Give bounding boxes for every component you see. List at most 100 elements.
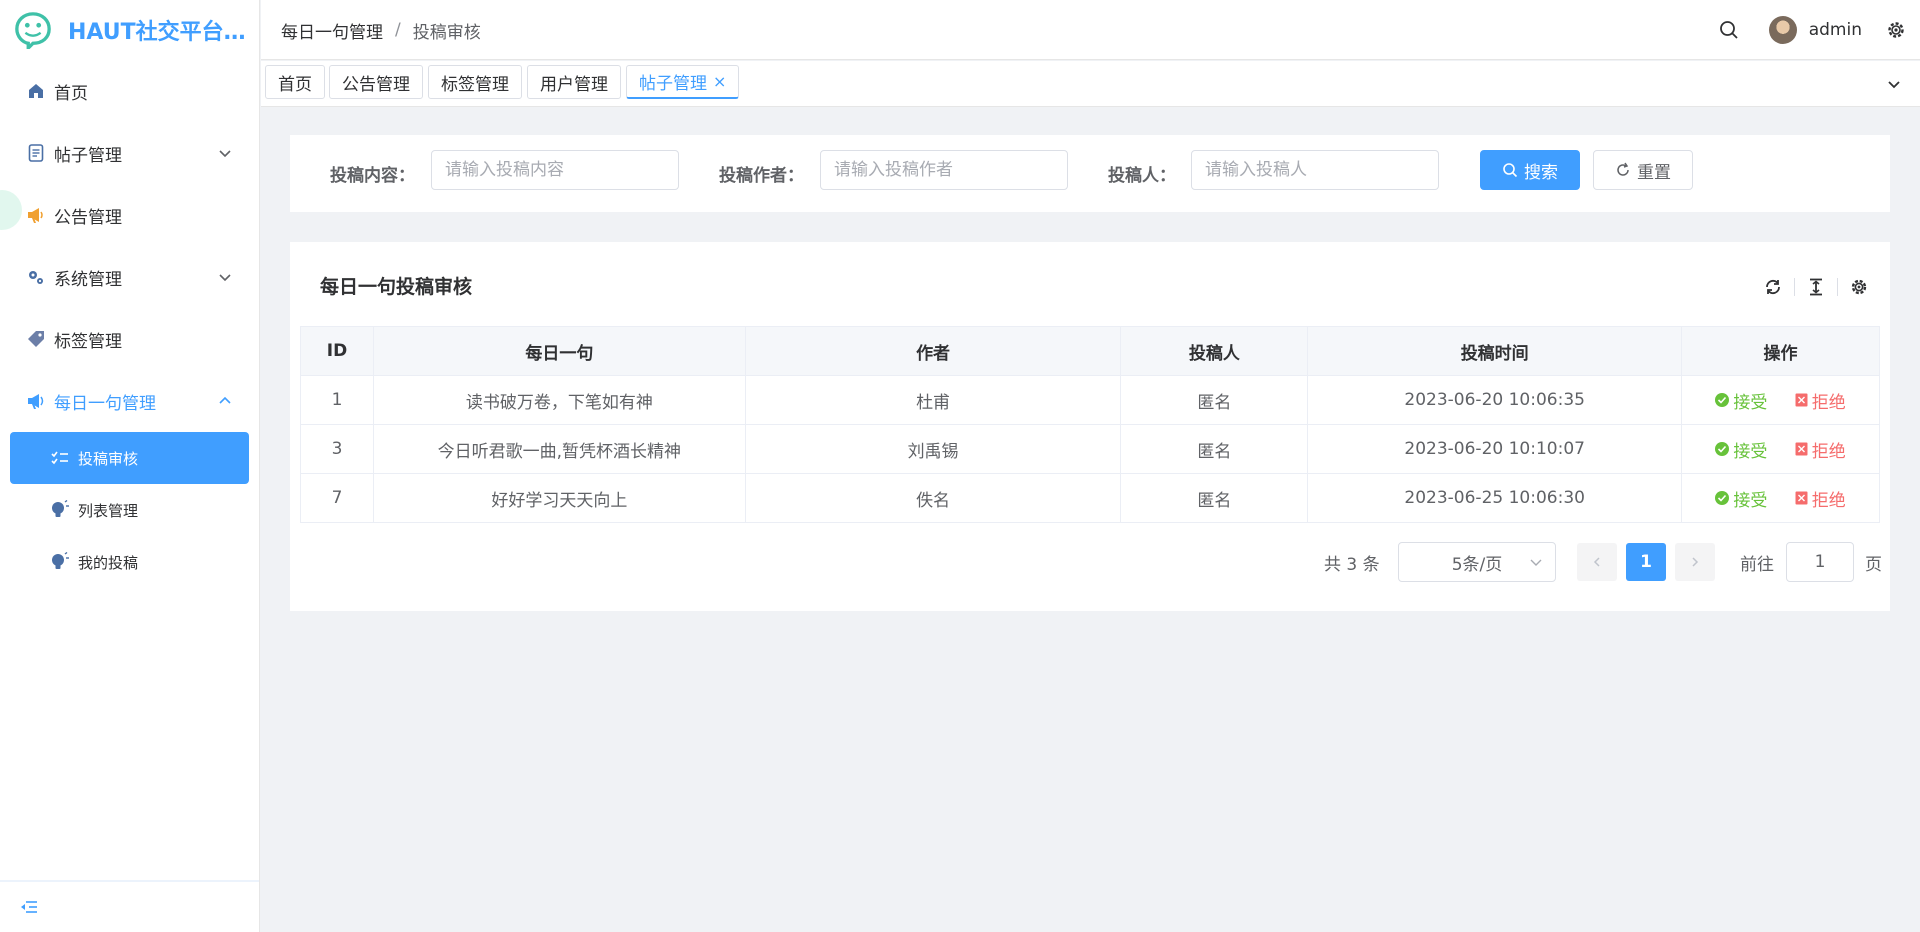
sidebar-item-label: 列表管理: [78, 501, 139, 520]
breadcrumb-item[interactable]: 每日一句管理: [281, 18, 383, 43]
cell-submitter: 匿名: [1120, 375, 1309, 425]
reject-button[interactable]: 拒绝: [1795, 486, 1846, 511]
column-header: 操作: [1681, 326, 1880, 376]
cell-time: 2023-06-25 10:06:30: [1307, 473, 1683, 523]
submitter-input[interactable]: [1191, 150, 1439, 190]
author-input[interactable]: [820, 150, 1068, 190]
content-input[interactable]: [431, 150, 679, 190]
check-circle-icon: [1715, 491, 1730, 505]
reject-button[interactable]: 拒绝: [1795, 437, 1846, 462]
page-number-button[interactable]: 1: [1626, 543, 1666, 581]
accept-button[interactable]: 接受: [1715, 388, 1767, 413]
goto-page-input[interactable]: [1786, 542, 1854, 582]
toolbar-divider: [1794, 278, 1795, 296]
sidebar-item-label: 系统管理: [54, 269, 122, 290]
tag-label: 帖子管理: [639, 74, 707, 94]
tag-users[interactable]: 用户管理: [527, 65, 621, 99]
column-header: 每日一句: [372, 326, 746, 376]
tag-tags[interactable]: 标签管理: [428, 65, 522, 99]
table-title: 每日一句投稿审核: [320, 276, 473, 298]
breadcrumb: 每日一句管理 / 投稿审核: [281, 0, 481, 60]
sidebar-item-announcements[interactable]: 公告管理: [0, 184, 259, 246]
chevron-down-icon: [1530, 559, 1542, 566]
sidebar-item-tags[interactable]: 标签管理: [0, 308, 259, 370]
reject-button[interactable]: 拒绝: [1795, 388, 1846, 413]
tag-label: 首页: [278, 74, 312, 95]
tag-icon: [26, 329, 46, 349]
next-page-button[interactable]: [1675, 543, 1715, 581]
delete-icon: [1795, 491, 1808, 505]
chevron-down-icon[interactable]: [1886, 76, 1902, 92]
username[interactable]: admin: [1809, 20, 1862, 40]
avatar[interactable]: [1768, 16, 1797, 44]
sidebar-subitem-my-submissions[interactable]: 我的投稿: [10, 536, 249, 588]
tag-home[interactable]: 首页: [265, 65, 325, 99]
search-icon: [1503, 163, 1518, 178]
sidebar-item-home[interactable]: 首页: [0, 60, 259, 122]
search-icon[interactable]: [1719, 20, 1739, 40]
sidebar-item-label: 每日一句管理: [54, 393, 156, 414]
page-size-select[interactable]: 5条/页: [1398, 542, 1556, 582]
close-icon[interactable]: ×: [713, 72, 726, 91]
accept-label: 接受: [1733, 441, 1768, 462]
column-height-icon[interactable]: [1805, 276, 1827, 298]
delete-icon: [1795, 442, 1808, 456]
home-icon: [26, 81, 46, 101]
refresh-icon[interactable]: [1762, 276, 1784, 298]
cell-author: 佚名: [744, 473, 1122, 523]
cell-submitter: 匿名: [1120, 424, 1309, 474]
accept-button[interactable]: 接受: [1715, 437, 1767, 462]
search-form: 投稿内容： 投稿作者： 投稿人： 搜索 重置: [290, 135, 1890, 212]
sidebar-item-label: 帖子管理: [54, 145, 122, 166]
table-header-row: ID 每日一句 作者 投稿人 投稿时间 操作: [300, 326, 1880, 376]
accept-label: 接受: [1733, 490, 1768, 511]
chevron-right-icon: [1692, 557, 1699, 567]
sidebar-subitem-list[interactable]: 列表管理: [10, 484, 249, 536]
cell-sentence: 今日听君歌一曲,暂凭杯酒长精神: [372, 424, 746, 474]
tag-announcements[interactable]: 公告管理: [329, 65, 423, 99]
chevron-down-icon: [219, 274, 231, 282]
settings-icon[interactable]: [1848, 276, 1870, 298]
search-button[interactable]: 搜索: [1480, 150, 1580, 190]
chevron-left-icon: [1593, 557, 1600, 567]
prev-page-button[interactable]: [1577, 543, 1617, 581]
tag-posts[interactable]: 帖子管理 ×: [626, 65, 740, 99]
accept-label: 接受: [1733, 392, 1768, 413]
tag-label: 用户管理: [540, 74, 608, 95]
sidebar-item-posts[interactable]: 帖子管理: [0, 122, 259, 184]
reset-button[interactable]: 重置: [1593, 150, 1693, 190]
gear-icon[interactable]: [1886, 20, 1906, 40]
logo-icon: [15, 12, 51, 49]
sidebar-collapse-button[interactable]: [0, 880, 259, 932]
breadcrumb-current: 投稿审核: [412, 22, 481, 43]
logo[interactable]: HAUT社交平台管理系统: [0, 0, 259, 60]
table-toolbar: [1742, 276, 1870, 298]
check-circle-icon: [1715, 393, 1730, 407]
bulb-icon: [50, 552, 70, 572]
cell-sentence: 读书破万卷，下笔如有神: [372, 375, 746, 425]
toolbar-divider: [1837, 278, 1838, 296]
pagination-total: 共 3 条: [1324, 554, 1380, 575]
megaphone-icon: [26, 391, 46, 411]
sidebar-subitem-review[interactable]: 投稿审核: [10, 432, 249, 484]
megaphone-icon: [26, 205, 46, 225]
gears-icon: [26, 267, 46, 287]
app-title: HAUT社交平台管理系统: [68, 20, 248, 45]
cell-author: 刘禹锡: [744, 424, 1122, 474]
sidebar-item-daily-quote[interactable]: 每日一句管理: [0, 370, 259, 432]
sidebar-item-system[interactable]: 系统管理: [0, 246, 259, 308]
column-header: ID: [300, 326, 374, 376]
tag-label: 公告管理: [342, 74, 410, 95]
page-suffix: 页: [1865, 554, 1882, 575]
cell-actions: 接受 拒绝: [1681, 424, 1880, 474]
cell-sentence: 好好学习天天向上: [372, 473, 746, 523]
sidebar-item-label: 公告管理: [54, 207, 122, 228]
accept-button[interactable]: 接受: [1715, 486, 1767, 511]
cell-submitter: 匿名: [1120, 473, 1309, 523]
tag-label: 标签管理: [441, 74, 509, 95]
cell-id: 7: [300, 473, 374, 523]
sidebar: HAUT社交平台管理系统 首页 帖子管理 公告管理 系统管理 标签管理: [0, 0, 260, 932]
sidebar-item-label: 首页: [54, 83, 88, 104]
review-table: ID 每日一句 作者 投稿人 投稿时间 操作 1 读书破万卷，下笔如有神 杜甫 …: [300, 326, 1880, 523]
cell-id: 3: [300, 424, 374, 474]
